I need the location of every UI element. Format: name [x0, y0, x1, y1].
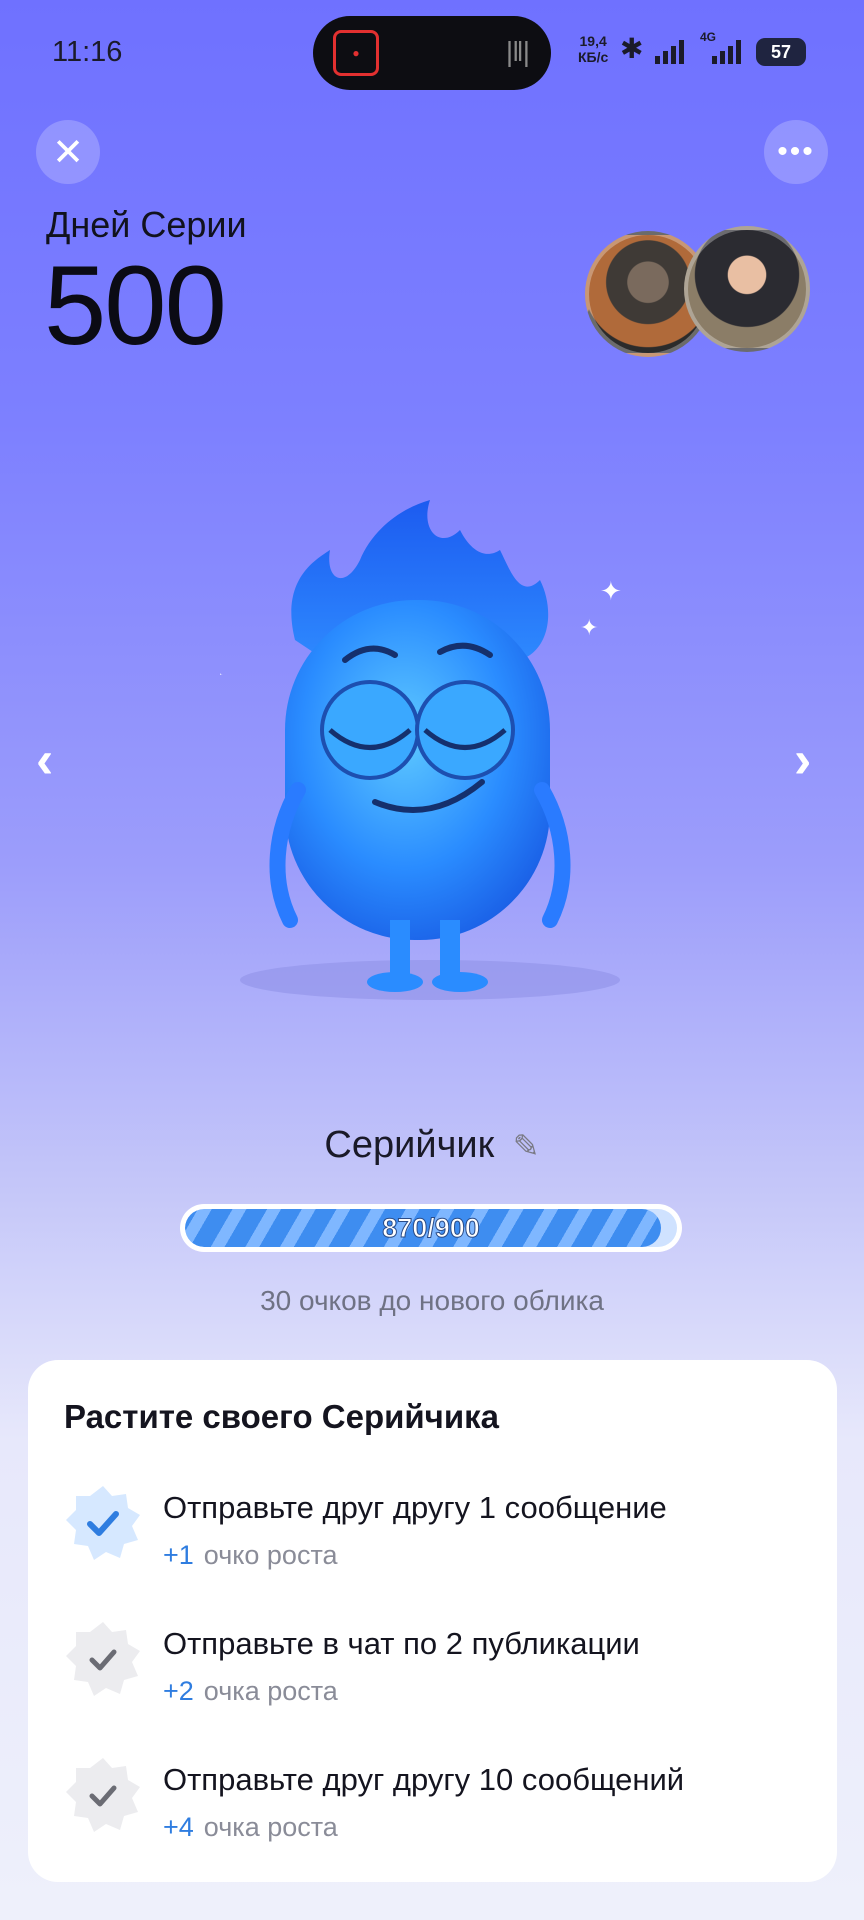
- sparkle-icon: ✦: [600, 576, 622, 606]
- mascot-right-eye: [415, 680, 515, 780]
- check-icon: [66, 1486, 140, 1560]
- tasks-card: Растите своего Серийчика Отправьте друг …: [28, 1360, 837, 1882]
- sparkle-icon: ✦: [220, 667, 223, 684]
- task-points-label: очка роста: [203, 1812, 338, 1842]
- signal-icon-2: [712, 40, 741, 64]
- pet-name: Серийчик: [324, 1124, 495, 1166]
- check-icon: [66, 1758, 140, 1832]
- task-status-badge: [64, 1484, 142, 1562]
- status-time: 11:16: [52, 36, 123, 68]
- task-points-label: очко роста: [203, 1540, 338, 1570]
- mascot-left-foot: [367, 972, 423, 992]
- mascot-shadow: [240, 960, 620, 1000]
- network-speed-value: 19,4: [579, 33, 607, 49]
- tasks-card-title: Растите своего Серийчика: [64, 1398, 499, 1435]
- mascot-right-leg: [440, 920, 460, 980]
- sparkle-icon: ✦: [580, 615, 598, 640]
- task-points-value: +4: [163, 1812, 194, 1842]
- check-icon: [66, 1622, 140, 1696]
- task-points: +2 очка роста: [163, 1676, 338, 1707]
- task-points: +4 очка роста: [163, 1812, 338, 1843]
- mascot-right-arm: [534, 782, 571, 928]
- mascot-left-leg: [390, 920, 410, 980]
- task-title: Отправьте друг другу 10 сообщений: [163, 1762, 685, 1797]
- network-speed-unit: КБ/с: [578, 49, 609, 65]
- growth-progress-bar: 870/900: [180, 1204, 682, 1252]
- mascot-right-foot: [432, 972, 488, 992]
- more-options-button[interactable]: •••: [764, 120, 828, 184]
- more-icon: •••: [777, 135, 815, 168]
- task-item[interactable]: Отправьте друг другу 1 сообщение +1 очко …: [28, 1482, 837, 1592]
- pet-name-row[interactable]: Серийчик ✎: [0, 1124, 864, 1167]
- bluetooth-icon: ✱: [620, 33, 644, 64]
- task-status-badge: [64, 1756, 142, 1834]
- chevron-left-icon: ‹: [36, 731, 54, 789]
- progress-track: 870/900: [185, 1209, 677, 1247]
- battery-indicator: 57: [756, 38, 806, 66]
- close-button[interactable]: ✕: [36, 120, 100, 184]
- streak-label: Дней Серии: [46, 204, 247, 245]
- task-title: Отправьте в чат по 2 публикации: [163, 1626, 640, 1661]
- network-speed: 19,4 КБ/с: [578, 33, 608, 65]
- streak-days: 500: [44, 243, 227, 368]
- chevron-right-icon: ›: [794, 731, 812, 789]
- progress-hint: 30 очков до нового облика: [260, 1285, 604, 1316]
- dynamic-island: ● |‖|: [313, 16, 551, 90]
- task-points-value: +1: [163, 1540, 194, 1570]
- task-title: Отправьте друг другу 1 сообщение: [163, 1490, 667, 1525]
- prev-arrow-button[interactable]: ‹: [36, 730, 53, 790]
- task-item[interactable]: Отправьте друг другу 10 сообщений +4 очка…: [28, 1754, 837, 1864]
- audio-wave-icon: |‖|: [505, 36, 530, 67]
- task-item[interactable]: Отправьте в чат по 2 публикации +2 очка р…: [28, 1618, 837, 1728]
- signal-icon: [655, 40, 684, 64]
- close-icon: ✕: [52, 131, 84, 174]
- mascot-left-eye: [320, 680, 420, 780]
- mascot-illustration: ✦ ✦ ✦ ✦: [220, 500, 622, 1000]
- task-points-label: очка роста: [203, 1676, 338, 1706]
- avatar-user[interactable]: [684, 226, 810, 352]
- task-points: +1 очко роста: [163, 1540, 338, 1571]
- mascot-body: [285, 600, 550, 940]
- task-points-value: +2: [163, 1676, 194, 1706]
- progress-text: 870/900: [382, 1212, 481, 1243]
- task-status-badge: [64, 1620, 142, 1698]
- pencil-icon[interactable]: ✎: [513, 1128, 540, 1164]
- next-arrow-button[interactable]: ›: [794, 730, 811, 790]
- record-icon: ●: [333, 30, 379, 76]
